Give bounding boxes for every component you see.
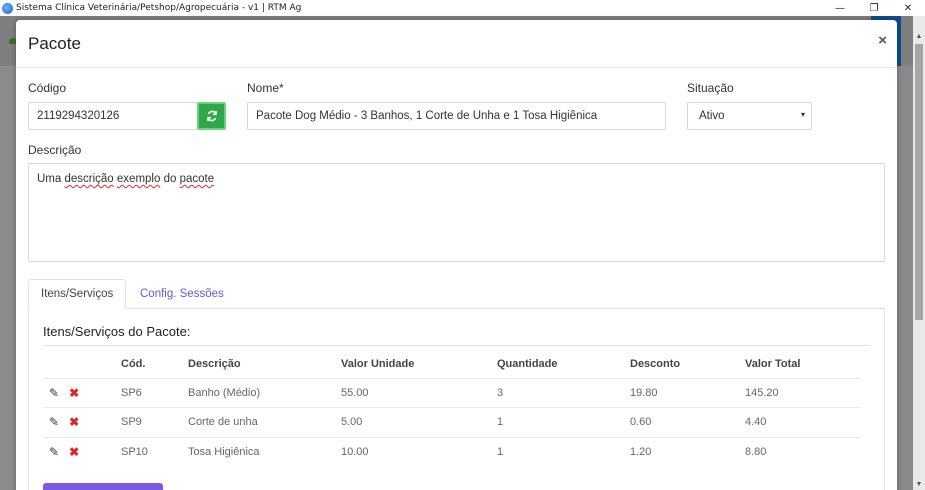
scrollbar-thumb[interactable] (915, 44, 923, 320)
x-icon[interactable]: ✖ (69, 386, 79, 400)
background-sidebar (0, 66, 16, 490)
cell-descricao: Corte de unha (188, 407, 341, 437)
column-header-valor-unidade: Valor Unidade (341, 358, 415, 371)
column-header-descricao: Descrição (188, 358, 241, 371)
situacao-label: Situação (687, 81, 734, 95)
window-controls: — ❐ ✕ (823, 0, 925, 16)
tab-config-sessoes[interactable]: Config. Sessões (128, 279, 236, 309)
table-header-row: Cód. Descrição Valor Unidade Quantidade … (43, 351, 861, 378)
generate-code-button[interactable] (197, 102, 226, 130)
x-icon[interactable]: ✖ (69, 445, 79, 459)
items-panel-title: Itens/Serviços do Pacote: (43, 324, 191, 339)
cell-cod: SP6 (121, 377, 188, 408)
descricao-text: pacote (179, 173, 215, 185)
cell-quantidade: 1 (497, 436, 630, 467)
cell-desconto: 0.60 (630, 407, 745, 437)
column-header-desconto: Desconto (630, 358, 681, 371)
table-row: ✎ ✖ SP6 Banho (Médio) 55.00 3 19.80 145.2… (43, 377, 861, 408)
cell-cod: SP10 (121, 436, 188, 467)
cell-desconto: 1.20 (630, 436, 745, 467)
codigo-input[interactable]: 2119294320126 (28, 102, 198, 130)
situacao-selected-value: Ativo (699, 110, 725, 122)
app-logo-icon (2, 2, 13, 14)
chevron-down-icon: ▾ (800, 110, 805, 119)
cell-cod: SP9 (121, 407, 188, 437)
cell-valor-unidade: 5.00 (341, 407, 497, 437)
descricao-text: exemplo (116, 173, 161, 185)
table-row: ✎ ✖ SP9 Corte de unha 5.00 1 0.60 4.40 (43, 407, 861, 437)
cell-quantidade: 3 (497, 377, 630, 408)
column-header-valor-total: Valor Total (745, 358, 801, 371)
modal-header: Pacote × (16, 20, 897, 68)
pencil-icon[interactable]: ✎ (49, 386, 59, 400)
column-header-actions (43, 351, 121, 378)
situacao-select[interactable]: Ativo ▾ (687, 102, 812, 130)
table-row: ✎ ✖ SP10 Tosa Higiênica 10.00 1 1.20 8.80 (43, 436, 861, 467)
tab-itens-servicos[interactable]: Itens/Serviços (28, 279, 127, 309)
cell-descricao: Banho (Médio) (188, 377, 341, 408)
scroll-down-arrow-icon[interactable]: ▼ (913, 478, 925, 490)
maximize-button[interactable]: ❐ (857, 0, 891, 16)
row-actions: ✎ ✖ (43, 407, 121, 437)
cell-valor-total: 8.80 (745, 436, 861, 467)
tab-bar: Itens/Serviços Config. Sessões (28, 279, 885, 309)
window-title: Sistema Clínica Veterinária/Petshop/Agro… (16, 3, 302, 13)
close-icon[interactable]: × (878, 32, 887, 49)
refresh-icon (206, 110, 217, 122)
nome-input[interactable]: Pacote Dog Médio - 3 Banhos, 1 Corte de … (247, 102, 666, 130)
cell-valor-unidade: 55.00 (341, 377, 497, 408)
descricao-text: descrição (64, 173, 114, 185)
page-scrollbar[interactable]: ▲ ▼ (913, 16, 925, 490)
descricao-label: Descrição (28, 143, 82, 157)
cell-valor-total: 145.20 (745, 377, 861, 408)
pencil-icon[interactable]: ✎ (49, 415, 59, 429)
column-header-cod: Cód. (121, 358, 146, 371)
nome-label: Nome* (247, 81, 284, 95)
minimize-button[interactable]: — (823, 0, 857, 16)
cell-valor-total: 4.40 (745, 407, 861, 437)
items-panel: Itens/Serviços do Pacote: Cód. Descrição… (28, 309, 885, 490)
column-header-quantidade: Quantidade (497, 358, 558, 371)
descricao-textarea[interactable]: Uma descrição exemplo do pacote (28, 163, 885, 262)
cell-descricao: Tosa Higiênica (188, 436, 341, 467)
x-icon[interactable]: ✖ (69, 415, 79, 429)
add-item-button[interactable] (43, 483, 163, 490)
cell-desconto: 19.80 (630, 377, 745, 408)
row-actions: ✎ ✖ (43, 377, 121, 408)
cell-valor-unidade: 10.00 (341, 436, 497, 467)
window-close-button[interactable]: ✕ (891, 0, 925, 16)
codigo-label: Código (28, 81, 67, 95)
modal-title: Pacote (28, 34, 81, 53)
descricao-text: Uma (37, 173, 65, 185)
pencil-icon[interactable]: ✎ (49, 445, 59, 459)
scroll-up-arrow-icon[interactable]: ▲ (913, 30, 925, 42)
cell-quantidade: 1 (497, 407, 630, 437)
descricao-text: do (160, 173, 180, 185)
window-titlebar: Sistema Clínica Veterinária/Petshop/Agro… (0, 0, 925, 16)
pacote-modal: Pacote × Código 2119294320126 Nome* Paco… (16, 20, 897, 490)
divider (43, 345, 871, 346)
row-actions: ✎ ✖ (43, 436, 121, 467)
items-table: Cód. Descrição Valor Unidade Quantidade … (43, 351, 861, 467)
